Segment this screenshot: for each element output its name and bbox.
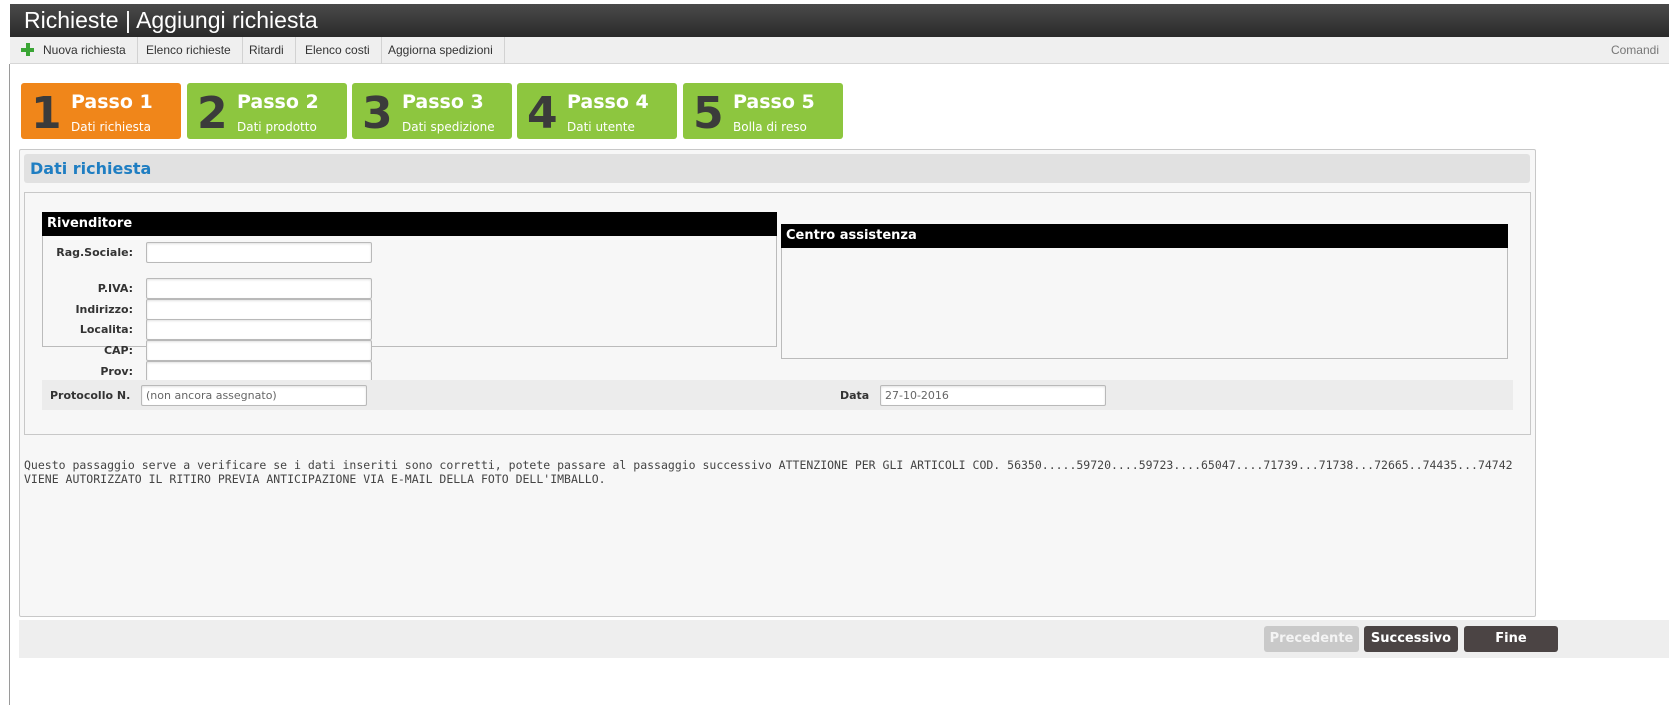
step-subtitle: Dati utente: [567, 120, 635, 134]
step-4[interactable]: 4 Passo 4 Dati utente: [517, 83, 677, 139]
address-label: Indirizzo:: [75, 303, 133, 316]
left-border: [9, 64, 10, 705]
info-note: Questo passaggio serve a verificare se i…: [24, 458, 1513, 486]
step-title: Passo 4: [567, 91, 649, 113]
step-title: Passo 3: [402, 91, 484, 113]
step-subtitle: Dati prodotto: [237, 120, 317, 134]
finish-button[interactable]: Fine: [1464, 626, 1558, 652]
protocol-label: Protocollo N.: [50, 389, 131, 402]
company-name-label: Rag.Sociale:: [56, 246, 133, 259]
commands-menu[interactable]: Comandi: [1611, 37, 1659, 64]
province-label: Prov:: [100, 365, 133, 378]
address-input[interactable]: [146, 299, 372, 320]
protocol-input[interactable]: [141, 385, 367, 406]
city-label: Localita:: [79, 323, 133, 336]
update-shipments-button[interactable]: Aggiorna spedizioni: [377, 37, 505, 64]
step-title: Passo 1: [71, 91, 153, 113]
step-3[interactable]: 3 Passo 3 Dati spedizione: [352, 83, 512, 139]
province-input[interactable]: [146, 361, 372, 382]
step-1[interactable]: 1 Passo 1 Dati richiesta: [21, 83, 181, 139]
reseller-header: Rivenditore: [42, 212, 777, 236]
next-button[interactable]: Successivo: [1364, 626, 1458, 652]
previous-button[interactable]: Precedente: [1264, 626, 1359, 652]
date-label: Data: [840, 389, 870, 402]
step-title: Passo 5: [733, 91, 815, 113]
plus-icon: [21, 43, 34, 56]
page-title: Richieste | Aggiungi richiesta: [10, 4, 1669, 37]
new-request-label: Nuova richiesta: [43, 43, 126, 57]
vat-label: P.IVA:: [97, 282, 133, 295]
section-title: Dati richiesta: [24, 154, 1530, 183]
command-toolbar: Nuova richiesta Elenco richieste Ritardi…: [10, 37, 1669, 64]
request-list-button[interactable]: Elenco richieste: [135, 37, 243, 64]
service-center-header: Centro assistenza: [781, 224, 1508, 248]
zip-input[interactable]: [146, 340, 372, 361]
step-subtitle: Dati richiesta: [71, 120, 151, 134]
step-number: 3: [362, 88, 393, 139]
step-number: 4: [527, 88, 558, 139]
step-number: 1: [31, 88, 62, 139]
step-subtitle: Bolla di reso: [733, 120, 807, 134]
vat-input[interactable]: [146, 278, 372, 299]
delays-button[interactable]: Ritardi: [238, 37, 296, 64]
city-input[interactable]: [146, 319, 372, 340]
new-request-button[interactable]: Nuova richiesta: [10, 37, 138, 64]
company-name-input[interactable]: [146, 242, 372, 263]
step-5[interactable]: 5 Passo 5 Bolla di reso: [683, 83, 843, 139]
cost-list-button[interactable]: Elenco costi: [294, 37, 382, 64]
step-2[interactable]: 2 Passo 2 Dati prodotto: [187, 83, 347, 139]
step-title: Passo 2: [237, 91, 319, 113]
step-number: 2: [197, 88, 228, 139]
app-window: Richieste | Aggiungi richiesta Nuova ric…: [0, 0, 1669, 705]
step-number: 5: [693, 88, 724, 139]
step-subtitle: Dati spedizione: [402, 120, 495, 134]
zip-label: CAP:: [103, 344, 133, 357]
date-input[interactable]: [880, 385, 1106, 406]
